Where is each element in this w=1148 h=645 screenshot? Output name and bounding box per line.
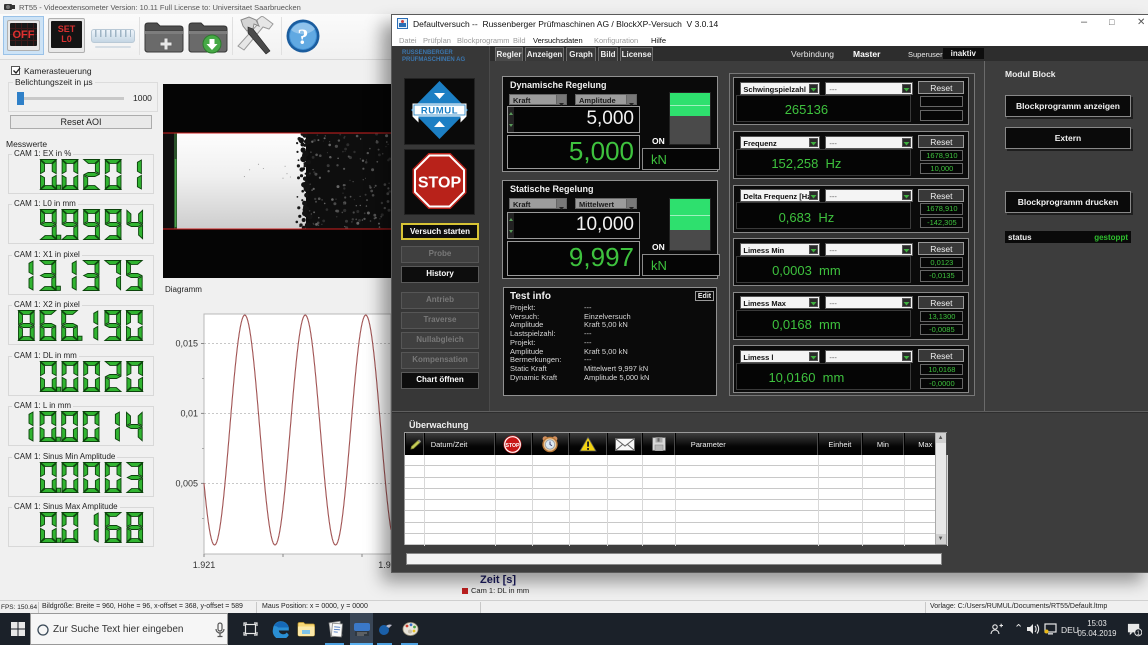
svg-text:1.92: 1.92 (378, 560, 391, 570)
svg-text:RUMUL: RUMUL (421, 106, 458, 117)
svg-text:0,015: 0,015 (175, 339, 198, 349)
svg-text:STOP: STOP (505, 443, 520, 449)
svg-text:?: ? (298, 24, 309, 49)
svg-text:STOP: STOP (418, 175, 462, 192)
svg-text:0,01: 0,01 (180, 408, 198, 418)
svg-text:0,005: 0,005 (175, 478, 198, 488)
svg-text:1.921: 1.921 (193, 560, 216, 570)
